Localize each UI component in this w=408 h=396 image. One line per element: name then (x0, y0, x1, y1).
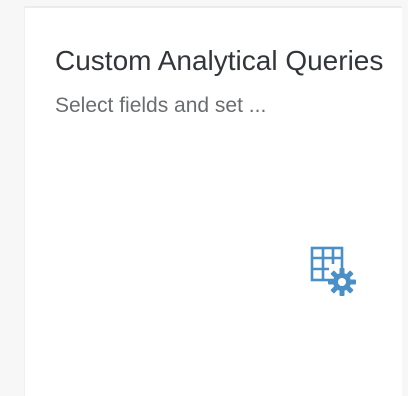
table-settings-icon (309, 244, 357, 300)
tile-header: Custom Analytical Queries Select fields … (55, 42, 385, 120)
tile-title: Custom Analytical Queries (55, 45, 384, 76)
launchpad-canvas: Custom Analytical Queries Select fields … (0, 0, 408, 396)
app-tile-custom-analytical-queries[interactable]: Custom Analytical Queries Select fields … (24, 6, 402, 396)
tile-subtitle: Select fields and set ... (55, 94, 267, 117)
